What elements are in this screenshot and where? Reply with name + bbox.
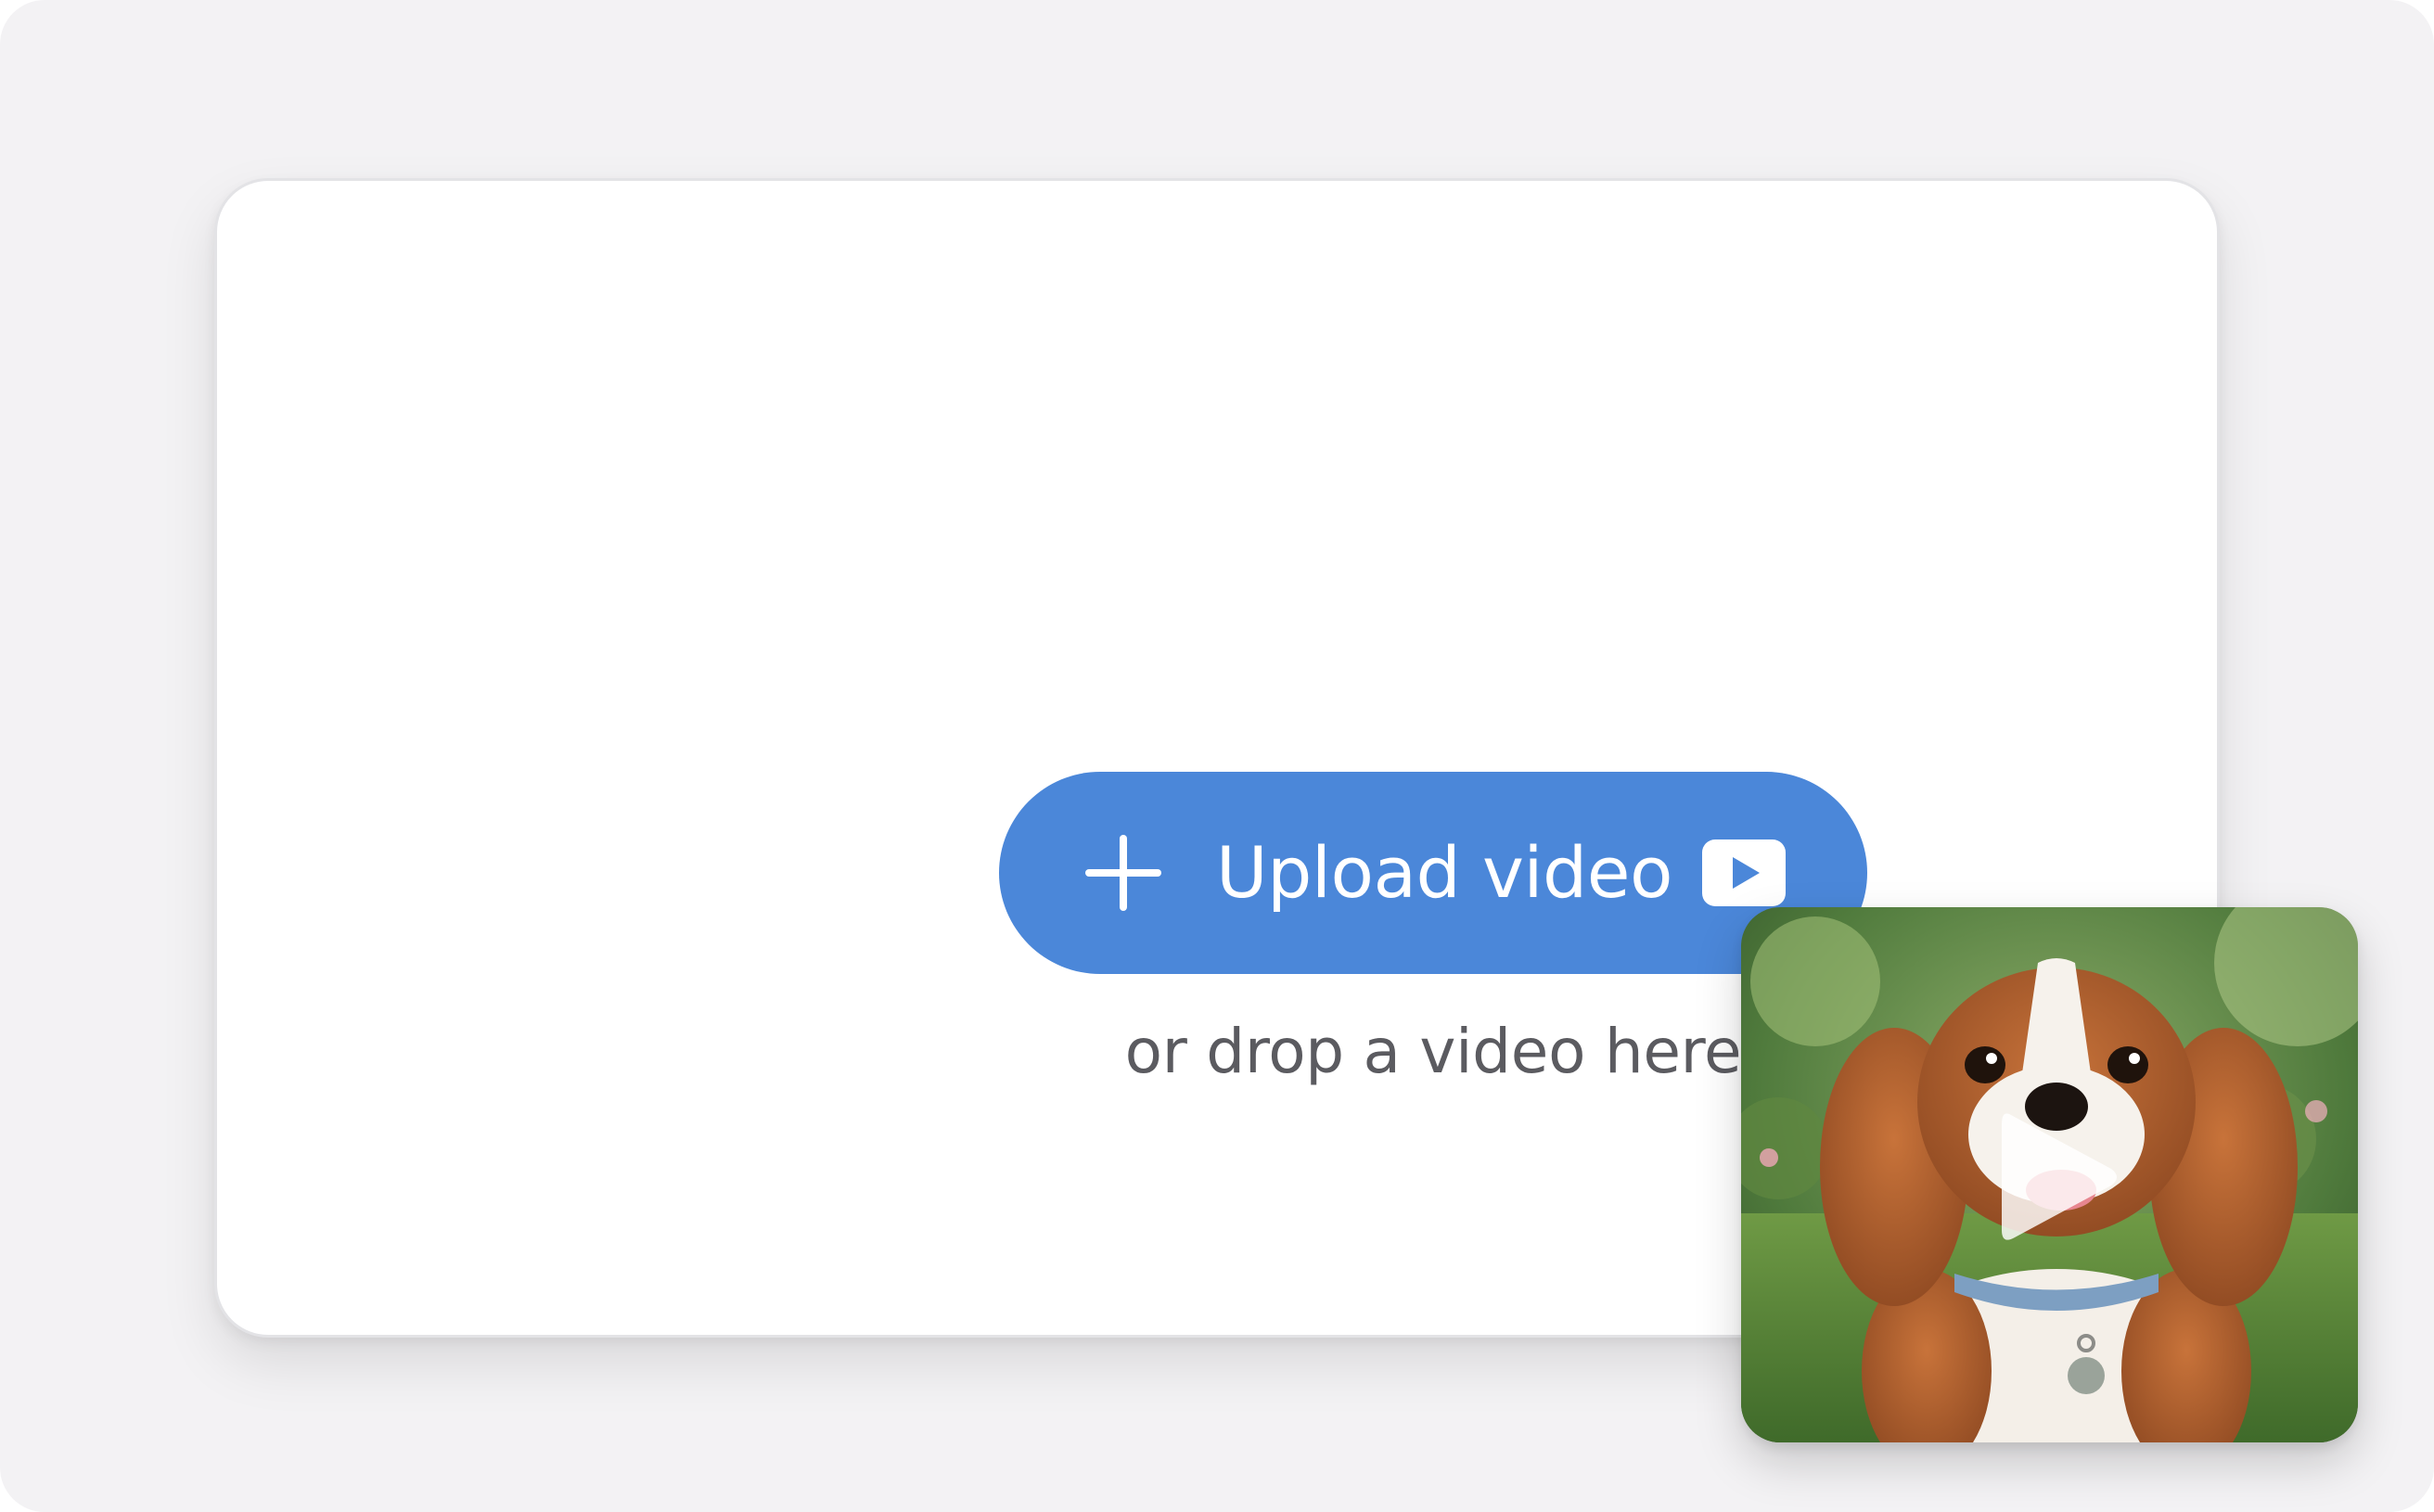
drop-hint-text: or drop a video here [1124, 1016, 1742, 1087]
play-icon[interactable] [1992, 1108, 2122, 1247]
video-play-icon [1702, 839, 1786, 906]
plus-icon [1085, 835, 1161, 911]
upload-video-button[interactable]: Upload video [999, 772, 1867, 974]
dog-video-thumbnail[interactable] [1741, 907, 2358, 1442]
page-background: Upload video or drop a video here [0, 0, 2434, 1512]
upload-button-label: Upload video [1216, 831, 1673, 914]
